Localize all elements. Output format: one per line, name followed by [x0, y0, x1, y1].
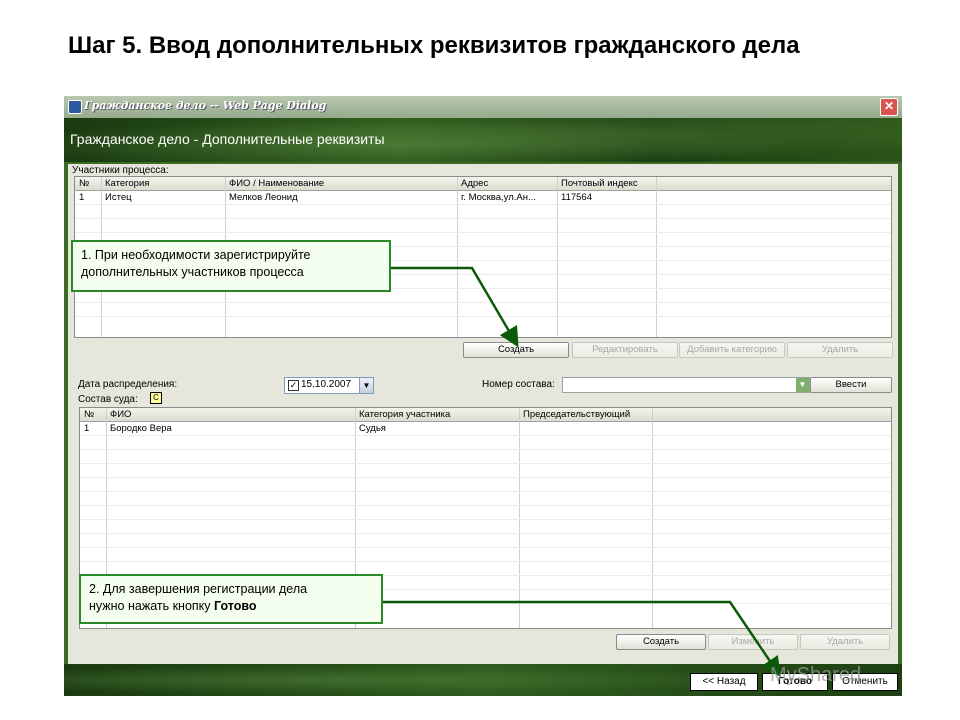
table-row-cell-number[interactable]: 1 [80, 423, 106, 434]
composition-label: Номер состава: [482, 379, 555, 390]
callout-1-line-1: 1. При необходимости зарегистрируйте [81, 248, 311, 262]
watermark-logo: MyShared [770, 664, 862, 686]
col-header-number[interactable]: № [75, 178, 89, 189]
back-button[interactable]: << Назад [690, 673, 758, 691]
slide-title: Шаг 5. Ввод дополнительных реквизитов гр… [68, 32, 800, 59]
table-row-cell-category[interactable]: Истец [101, 192, 225, 203]
callout-finish-registration: 2. Для завершения регистрации дела нужно… [79, 574, 383, 624]
distribution-date-label: Дата распределения: [78, 379, 178, 390]
callout-2-line-1: 2. Для завершения регистрации дела [89, 582, 308, 596]
table-row-cell-name[interactable]: Мелков Леонид [225, 192, 457, 203]
date-enabled-checkbox[interactable]: ✓ [288, 380, 299, 391]
table-row-cell-name[interactable]: Бородко Вера [106, 423, 355, 434]
table-row-cell-number[interactable]: 1 [75, 192, 101, 203]
dialog-heading: Гражданское дело - Дополнительные реквиз… [70, 131, 385, 147]
chevron-down-icon[interactable]: ▼ [359, 378, 373, 393]
ie-app-icon [68, 100, 82, 114]
participants-add-category-button[interactable]: Добавить категорию [679, 342, 785, 358]
header-band: Гражданское дело - Дополнительные реквиз… [64, 118, 902, 162]
close-button[interactable]: ✕ [880, 98, 898, 116]
col-header-name[interactable]: ФИО [106, 409, 131, 420]
window-title: Гражданское дело -- Web Page Dialog [84, 99, 327, 112]
participants-delete-button[interactable]: Удалить [787, 342, 893, 358]
table-row-cell-postcode[interactable]: 117564 [557, 192, 656, 203]
date-value: 15.10.2007 [301, 379, 352, 390]
col-header-address[interactable]: Адрес [457, 178, 488, 189]
participants-label: Участники процесса: [72, 165, 169, 176]
participants-edit-button[interactable]: Редактировать [572, 342, 678, 358]
court-create-button[interactable]: Создать [616, 634, 706, 650]
callout-register-participants: 1. При необходимости зарегистрируйте доп… [71, 240, 391, 292]
callout-2-done-word: Готово [214, 599, 257, 613]
table-row-cell-category[interactable]: Судья [355, 423, 519, 434]
participants-create-button[interactable]: Создать [463, 342, 569, 358]
court-delete-button[interactable]: Удалить [800, 634, 890, 650]
table-row-cell-address[interactable]: г. Москва,ул.Ан... [457, 192, 557, 203]
col-header-name[interactable]: ФИО / Наименование [225, 178, 324, 189]
col-header-number[interactable]: № [80, 409, 94, 420]
enter-composition-button[interactable]: Ввести [810, 377, 892, 393]
col-header-presiding[interactable]: Председательствующий [519, 409, 630, 420]
chevron-down-icon[interactable]: ▼ [796, 378, 809, 392]
court-composition-label: Состав суда: [78, 394, 138, 405]
callout-1-line-2: дополнительных участников процесса [81, 265, 304, 279]
col-header-participant-category[interactable]: Категория участника [355, 409, 450, 420]
distribution-date-picker[interactable]: ✓ 15.10.2007 ▼ [284, 377, 374, 394]
court-badge-icon[interactable]: С [150, 392, 162, 404]
col-header-postcode[interactable]: Почтовый индекс [557, 178, 638, 189]
callout-2-line-2: нужно нажать кнопку [89, 599, 215, 613]
court-edit-button[interactable]: Изменить [708, 634, 798, 650]
col-header-category[interactable]: Категория [101, 178, 149, 189]
composition-select[interactable]: ▼ [562, 377, 810, 393]
window-titlebar[interactable]: Гражданское дело -- Web Page Dialog ✕ [64, 96, 902, 119]
